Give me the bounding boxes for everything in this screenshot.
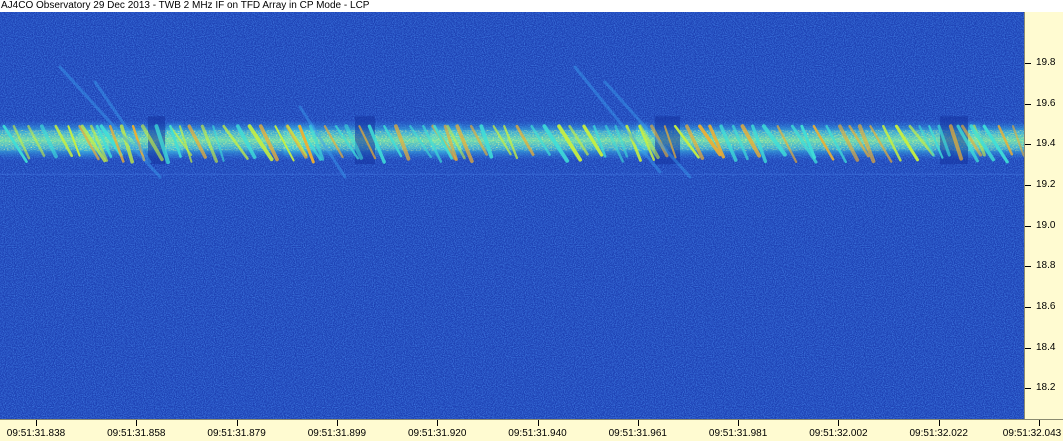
y-tick-label: 19.6 (1036, 97, 1056, 109)
x-tick (537, 420, 539, 426)
chart-title: AJ4CO Observatory 29 Dec 2013 - TWB 2 MH… (1, 0, 370, 11)
x-tick-label: 09:51:31.899 (307, 428, 367, 439)
y-axis: 19.8 19.6 19.4 19.2 19.0 18.8 18.6 18.4 18.2 (1024, 12, 1063, 419)
heatmap-noise-dark (0, 12, 1024, 419)
x-tick-label: 09:51:31.961 (608, 428, 667, 439)
x-tick (36, 420, 37, 426)
x-tick (437, 420, 439, 426)
y-tick (1025, 103, 1031, 105)
x-tick-label: 09:51:32.043 (1002, 428, 1062, 439)
y-tick-label: 18.2 (1036, 382, 1056, 394)
x-tick-label: 09:51:31.981 (708, 428, 768, 439)
x-tick (938, 420, 940, 426)
x-tick-label: 09:51:31.838 (6, 428, 66, 439)
x-tick (838, 420, 840, 426)
spectrogram-heatmap (0, 12, 1024, 419)
y-tick-label: 18.4 (1036, 341, 1056, 353)
y-tick (1025, 62, 1031, 64)
y-tick-label: 19.2 (1036, 178, 1056, 190)
x-tick-label: 09:51:31.940 (508, 428, 567, 439)
y-tick (1025, 184, 1031, 186)
x-tick-label: 09:51:31.920 (407, 428, 467, 439)
y-tick (1025, 307, 1031, 309)
y-tick (1025, 347, 1031, 349)
x-tick-label: 09:51:32.022 (909, 428, 968, 439)
y-tick-label: 19.0 (1036, 219, 1056, 231)
y-tick-label: 19.4 (1036, 138, 1056, 150)
y-tick-label: 18.6 (1036, 301, 1056, 313)
x-tick-label: 09:51:31.858 (107, 428, 166, 439)
y-tick-label: 18.8 (1036, 260, 1056, 272)
x-tick (738, 420, 740, 426)
x-tick (1039, 420, 1040, 426)
y-tick (1025, 266, 1031, 268)
x-tick-label: 09:51:31.879 (207, 428, 266, 439)
x-tick (637, 420, 639, 426)
x-tick (136, 420, 138, 426)
x-axis: 09:51:31.838 09:51:31.858 09:51:31.879 09:5… (0, 419, 1063, 441)
x-tick (236, 420, 238, 426)
y-tick (1025, 225, 1031, 227)
y-tick-label: 19.8 (1036, 56, 1056, 68)
y-tick (1025, 144, 1031, 146)
spectrogram-plot-area[interactable] (0, 12, 1024, 419)
y-tick (1025, 388, 1031, 390)
x-tick (336, 420, 338, 426)
x-tick-label: 09:51:32.002 (809, 428, 868, 439)
